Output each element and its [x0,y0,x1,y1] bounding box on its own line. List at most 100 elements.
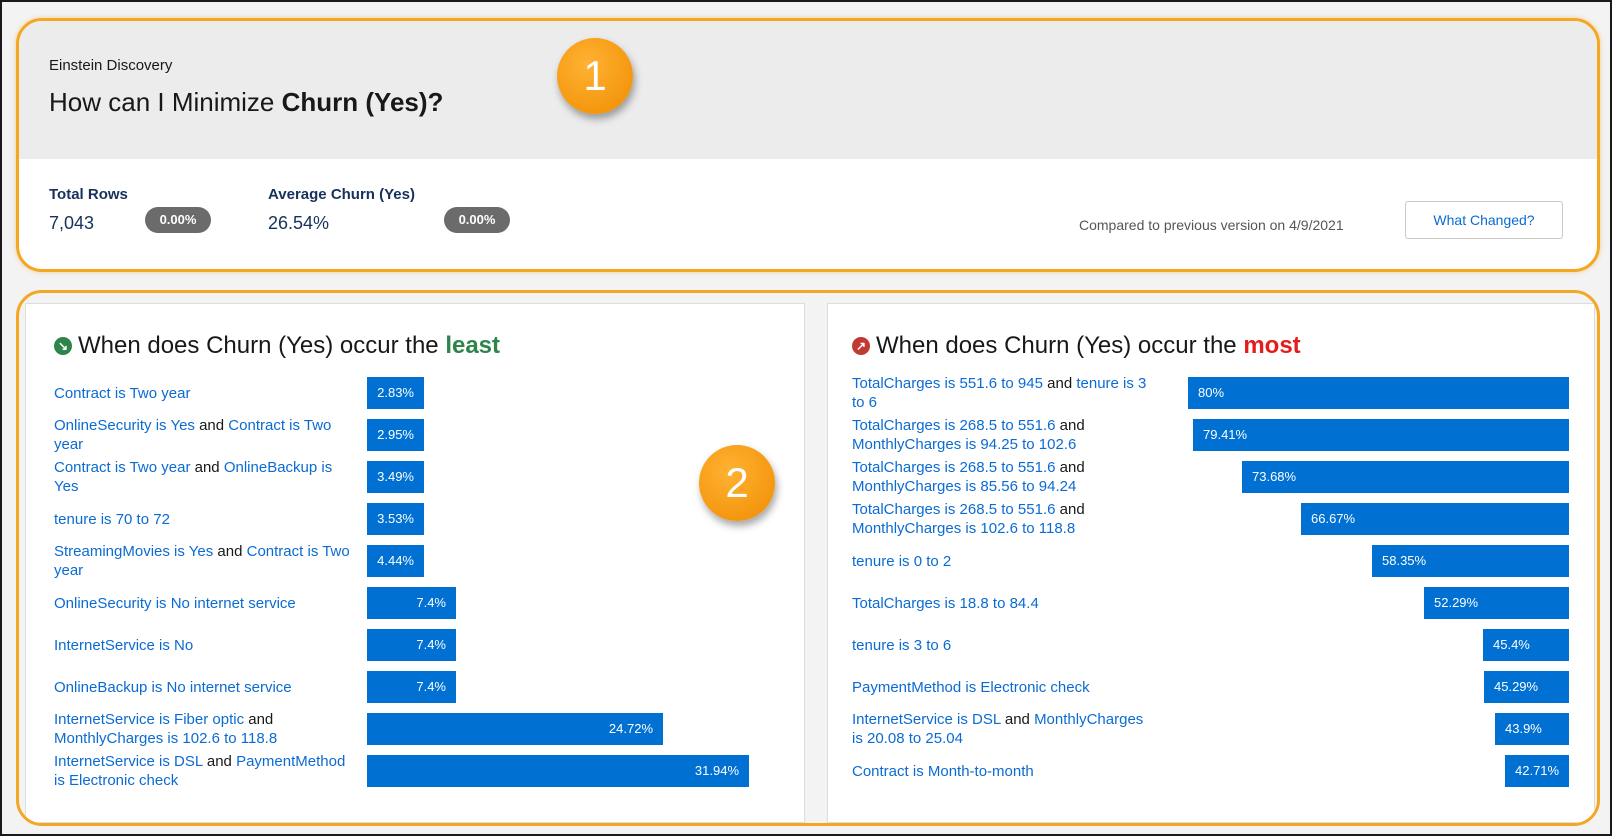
insight-condition: OnlineSecurity is Yes and Contract is Tw… [54,414,354,456]
condition-joiner: and [194,417,229,434]
condition-link[interactable]: InternetService is DSL [852,711,1001,728]
insight-bar[interactable]: 4.44% [367,545,424,577]
what-changed-button[interactable]: What Changed? [1405,201,1563,239]
least-insight-row: InternetService is Fiber optic and Month… [54,708,794,750]
condition-joiner: and [1000,711,1035,728]
condition-link[interactable]: tenure is 3 to 6 [852,637,951,654]
insight-condition: InternetService is Fiber optic and Month… [54,708,354,750]
condition-link[interactable]: PaymentMethod is Electronic check [852,679,1090,696]
insight-condition: TotalCharges is 551.6 to 945 and tenure … [852,372,1157,414]
insight-condition: InternetService is DSL and PaymentMethod… [54,750,354,792]
page-title: How can I Minimize Churn (Yes)? [49,87,443,118]
insight-bar[interactable]: 3.49% [367,461,424,493]
total-rows-label: Total Rows [49,186,128,203]
condition-link[interactable]: MonthlyCharges is 85.56 to 94.24 [852,478,1076,495]
insight-condition: TotalCharges is 18.8 to 84.4 [852,582,1157,624]
average-churn-change-badge: 0.00% [444,207,510,233]
insight-condition: Contract is Month-to-month [852,750,1157,792]
insight-condition: OnlineSecurity is No internet service [54,582,354,624]
condition-joiner: and [1055,459,1085,476]
most-insight-row: TotalCharges is 551.6 to 945 and tenure … [852,372,1592,414]
most-insight-row: TotalCharges is 18.8 to 84.4 52.29% [852,582,1592,624]
insight-bar[interactable]: 31.94% [367,755,749,787]
arrow-up-right-icon: ↗ [852,337,870,355]
most-insight-row: PaymentMethod is Electronic check 45.29% [852,666,1592,708]
condition-link[interactable]: MonthlyCharges is 102.6 to 118.8 [852,520,1075,537]
least-insight-row: tenure is 70 to 72 3.53% [54,498,794,540]
condition-joiner: and [190,459,224,476]
insight-condition: InternetService is DSL and MonthlyCharge… [852,708,1157,750]
condition-joiner: and [213,543,247,560]
condition-joiner: and [1055,501,1085,518]
condition-link[interactable]: TotalCharges is 268.5 to 551.6 [852,501,1055,518]
page-title-target: Churn (Yes)? [281,87,444,117]
least-panel-title: ↘ When does Churn (Yes) occur the least [54,332,500,360]
condition-link[interactable]: InternetService is No [54,637,193,654]
least-insight-row: InternetService is No 7.4% [54,624,794,666]
insight-condition: TotalCharges is 268.5 to 551.6 and Month… [852,414,1157,456]
condition-link[interactable]: TotalCharges is 551.6 to 945 [852,375,1043,392]
condition-link[interactable]: MonthlyCharges is 94.25 to 102.6 [852,436,1076,453]
insight-bar[interactable]: 58.35% [1372,545,1569,577]
page-title-prefix: How can I Minimize [49,87,282,117]
insight-bar[interactable]: 7.4% [367,629,456,661]
insight-bar[interactable]: 7.4% [367,587,456,619]
most-panel-title: ↗ When does Churn (Yes) occur the most [852,332,1301,360]
condition-link[interactable]: tenure is 0 to 2 [852,553,951,570]
total-rows-value: 7,043 [49,213,95,233]
condition-link[interactable]: TotalCharges is 268.5 to 551.6 [852,417,1055,434]
insight-bar[interactable]: 79.41% [1193,419,1569,451]
condition-joiner: and [202,753,237,770]
insight-bar[interactable]: 2.83% [367,377,424,409]
condition-link[interactable]: Contract is Two year [54,459,190,476]
condition-link[interactable]: TotalCharges is 268.5 to 551.6 [852,459,1055,476]
insight-bar[interactable]: 52.29% [1424,587,1569,619]
insight-bar[interactable]: 45.4% [1483,629,1569,661]
least-title-emphasis: least [445,332,501,359]
condition-link[interactable]: OnlineBackup is No internet service [54,679,292,696]
average-churn-label: Average Churn (Yes) [268,186,415,203]
least-insight-row: Contract is Two year and OnlineBackup is… [54,456,794,498]
insight-bar[interactable]: 43.9% [1495,713,1569,745]
app-name: Einstein Discovery [49,57,173,74]
least-insight-row: OnlineSecurity is No internet service 7.4… [54,582,794,624]
insight-bar[interactable]: 24.72% [367,713,663,745]
condition-link[interactable]: tenure is 70 to 72 [54,511,170,528]
insight-bar[interactable]: 2.95% [367,419,424,451]
insights-section: ↘ When does Churn (Yes) occur the least C… [16,290,1600,826]
compare-text: Compared to previous version on 4/9/2021 [1079,217,1344,233]
callout-badge-2: 2 [699,445,775,521]
condition-link[interactable]: Contract is Month-to-month [852,763,1034,780]
condition-link[interactable]: TotalCharges is 18.8 to 84.4 [852,595,1039,612]
condition-link[interactable]: Contract is Two year [54,385,190,402]
most-insight-row: tenure is 3 to 6 45.4% [852,624,1592,666]
insight-condition: TotalCharges is 268.5 to 551.6 and Month… [852,456,1157,498]
condition-link[interactable]: StreamingMovies is Yes [54,543,213,560]
insight-condition: tenure is 0 to 2 [852,540,1157,582]
condition-link[interactable]: OnlineSecurity is No internet service [54,595,296,612]
condition-link[interactable]: InternetService is Fiber optic [54,711,244,728]
insight-bar[interactable]: 73.68% [1242,461,1569,493]
insight-bar[interactable]: 42.71% [1505,755,1569,787]
insight-bar[interactable]: 7.4% [367,671,456,703]
most-title-emphasis: most [1243,332,1301,359]
insight-condition: InternetService is No [54,624,354,666]
most-insight-row: TotalCharges is 268.5 to 551.6 and Month… [852,498,1592,540]
insight-condition: OnlineBackup is No internet service [54,666,354,708]
condition-link[interactable]: MonthlyCharges is 102.6 to 118.8 [54,730,277,747]
insight-condition: StreamingMovies is Yes and Contract is T… [54,540,354,582]
callout-badge-1: 1 [557,38,633,114]
most-insight-row: tenure is 0 to 2 58.35% [852,540,1592,582]
least-insight-row: Contract is Two year 2.83% [54,372,794,414]
total-rows-change-badge: 0.00% [145,207,211,233]
most-insight-row: TotalCharges is 268.5 to 551.6 and Month… [852,414,1592,456]
insight-bar[interactable]: 80% [1188,377,1569,409]
insight-bar[interactable]: 45.29% [1484,671,1569,703]
condition-link[interactable]: InternetService is DSL [54,753,203,770]
condition-joiner: and [1042,375,1077,392]
most-insight-row: InternetService is DSL and MonthlyCharge… [852,708,1592,750]
condition-link[interactable]: OnlineSecurity is Yes [54,417,195,434]
insight-condition: Contract is Two year [54,372,354,414]
insight-bar[interactable]: 66.67% [1301,503,1569,535]
insight-bar[interactable]: 3.53% [367,503,424,535]
